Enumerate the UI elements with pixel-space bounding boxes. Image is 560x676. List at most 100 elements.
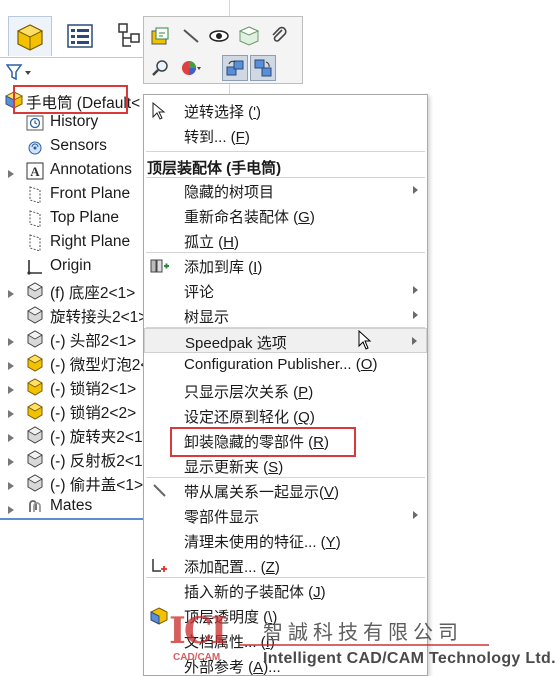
toolbar-transparency-button[interactable] bbox=[236, 23, 262, 49]
annotation-icon: A bbox=[25, 162, 45, 180]
menu-separator bbox=[146, 151, 425, 152]
expand-arrow-icon[interactable] bbox=[7, 286, 15, 298]
menu-item-accelerator: V bbox=[324, 484, 335, 501]
menu-item-top-0[interactable]: 逆转选择 (') bbox=[144, 98, 427, 123]
menu-item-2[interactable]: 孤立 (H) bbox=[144, 228, 427, 253]
subassembly-icon bbox=[25, 402, 45, 420]
root-highlight-box bbox=[13, 85, 128, 114]
menu-item-5[interactable]: 树显示 bbox=[144, 303, 427, 328]
filter-icon bbox=[6, 64, 31, 81]
menu-item-accelerator-close: ) bbox=[257, 259, 263, 276]
tree-item-label: (-) 头部2<1> bbox=[50, 333, 137, 350]
menu-item-accelerator: Z bbox=[265, 559, 275, 576]
expand-arrow-icon[interactable] bbox=[7, 382, 15, 394]
tree-item-label: Right Plane bbox=[50, 233, 131, 250]
tree-filter[interactable] bbox=[6, 60, 36, 84]
menu-item-label: 显示更新夹 (S) bbox=[184, 456, 283, 477]
menu-item-accelerator-close: ) bbox=[244, 129, 250, 146]
menu-item-accelerator-close: ) bbox=[308, 384, 314, 401]
menu-item-accelerator: P bbox=[298, 384, 309, 401]
menu-item-accelerator: Q bbox=[298, 409, 310, 426]
menu-separator bbox=[146, 327, 425, 328]
menu-item-3[interactable]: 添加到库 (I) bbox=[144, 253, 427, 278]
menu-item-8[interactable]: 只显示层次关系 (P) bbox=[144, 378, 427, 403]
menu-item-1[interactable]: 重新命名装配体 (G) bbox=[144, 203, 427, 228]
plane-icon bbox=[25, 186, 45, 204]
menu-separator bbox=[146, 477, 425, 478]
menu-item-label: 重新命名装配体 (G) bbox=[184, 206, 315, 227]
expand-arrow-icon[interactable] bbox=[7, 406, 15, 418]
feature-manager-tabs bbox=[0, 14, 160, 58]
logo-text: ICI bbox=[169, 610, 227, 652]
assembly-cube-icon bbox=[16, 23, 44, 51]
expand-arrow-icon[interactable] bbox=[7, 430, 15, 442]
toolbar-show-button[interactable] bbox=[206, 23, 232, 49]
expand-arrow-icon[interactable] bbox=[7, 334, 15, 346]
menu-item-6[interactable]: Speedpak 选项 bbox=[144, 328, 427, 353]
toolbar-open-part-button[interactable] bbox=[147, 23, 173, 49]
menu-item-text: 逆转选择 ( bbox=[184, 104, 254, 121]
menu-item-label: 清理未使用的特征... (Y) bbox=[184, 531, 341, 552]
menu-item-label: 带从属关系一起显示(V) bbox=[184, 481, 339, 502]
menu-item-4[interactable]: 评论 bbox=[144, 278, 427, 303]
menu-item-7[interactable]: Configuration Publisher... (O) bbox=[144, 353, 427, 378]
origin-icon bbox=[25, 258, 45, 276]
expand-arrow-icon[interactable] bbox=[7, 166, 15, 178]
toolbar-attach-button[interactable] bbox=[266, 23, 292, 49]
expand-arrow-icon[interactable] bbox=[7, 478, 15, 490]
tree-item-label: (f) 底座2<1> bbox=[50, 285, 136, 302]
menu-item-0[interactable]: 隐藏的树项目 bbox=[144, 178, 427, 203]
tree-item-label: Mates bbox=[50, 497, 93, 514]
tree-item-label: 旋转接头2<1> bbox=[50, 309, 148, 326]
part-icon bbox=[25, 450, 45, 468]
toolbar-mate-button[interactable] bbox=[222, 55, 248, 81]
menu-item-text: Speedpak 选项 bbox=[185, 335, 287, 352]
hide-icon bbox=[183, 29, 199, 43]
watermark: ICI CAD/CAM 智誠科技有限公司 Intelligent CAD/CAM… bbox=[163, 608, 560, 676]
menu-item-16[interactable]: 插入新的子装配体 (J) bbox=[144, 578, 427, 603]
menu-item-label: 零部件显示 bbox=[184, 506, 259, 527]
toolbar-zoom-selection-button[interactable] bbox=[147, 55, 173, 81]
menu-item-accelerator-close: ) bbox=[274, 559, 280, 576]
tab-property-manager[interactable] bbox=[58, 16, 102, 56]
tree-item-label: (-) 反射板2<1 bbox=[50, 453, 143, 470]
expand-arrow-icon[interactable] bbox=[7, 454, 15, 466]
part-icon bbox=[25, 282, 45, 300]
toolbar-appearance-button[interactable] bbox=[178, 55, 204, 81]
tree-item-label: History bbox=[50, 113, 99, 130]
svg-text:A: A bbox=[30, 164, 40, 179]
context-menu: 逆转选择 (') 转到... (F) 顶层装配体 (手电筒) 隐藏的树项目 重新命名… bbox=[143, 94, 428, 676]
toolbar-view-mates-button[interactable] bbox=[250, 55, 276, 81]
toolbar-hide-button[interactable] bbox=[178, 23, 204, 49]
menu-item-text: Configuration Publisher... ( bbox=[184, 356, 361, 373]
menu-item-accelerator: Y bbox=[325, 534, 336, 551]
menu-item-9[interactable]: 设定还原到轻化 (Q) bbox=[144, 403, 427, 428]
tree-item-label: Front Plane bbox=[50, 185, 131, 202]
company-logo: ICI CAD/CAM bbox=[169, 610, 227, 672]
menu-item-14[interactable]: 清理未使用的特征... (Y) bbox=[144, 528, 427, 553]
submenu-arrow-icon bbox=[412, 337, 417, 345]
menu-item-13[interactable]: 零部件显示 bbox=[144, 503, 427, 528]
eye-icon bbox=[209, 30, 229, 42]
submenu-arrow-icon bbox=[413, 186, 418, 194]
tab-feature-tree[interactable] bbox=[8, 16, 52, 56]
tree-item-label: Origin bbox=[50, 257, 92, 274]
menu-item-text: 零部件显示 bbox=[184, 509, 260, 526]
expand-arrow-icon[interactable] bbox=[7, 502, 15, 514]
expand-arrow-icon[interactable] bbox=[7, 358, 15, 370]
configuration-tree-icon bbox=[118, 23, 140, 47]
part-icon bbox=[25, 474, 45, 492]
tree-item-label: (-) 锁销2<1> bbox=[50, 381, 137, 398]
menu-item-label: 逆转选择 (') bbox=[184, 101, 261, 122]
tree-item-label: Sensors bbox=[50, 137, 107, 154]
menu-item-15[interactable]: 添加配置... (Z) bbox=[144, 553, 427, 578]
menu-item-text: 评论 bbox=[184, 284, 215, 301]
tree-item-label: (-) 微型灯泡2< bbox=[50, 357, 150, 374]
menu-item-accelerator: O bbox=[360, 356, 373, 373]
mates-icon bbox=[25, 498, 45, 516]
tree-item-label: (-) 偷井盖<1> bbox=[50, 477, 144, 494]
menu-item-12[interactable]: 带从属关系一起显示(V) bbox=[144, 478, 427, 503]
view-mates-icon bbox=[254, 59, 272, 77]
menu-item-top-1[interactable]: 转到... (F) bbox=[144, 123, 427, 148]
menu-item-label: 设定还原到轻化 (Q) bbox=[184, 406, 315, 427]
